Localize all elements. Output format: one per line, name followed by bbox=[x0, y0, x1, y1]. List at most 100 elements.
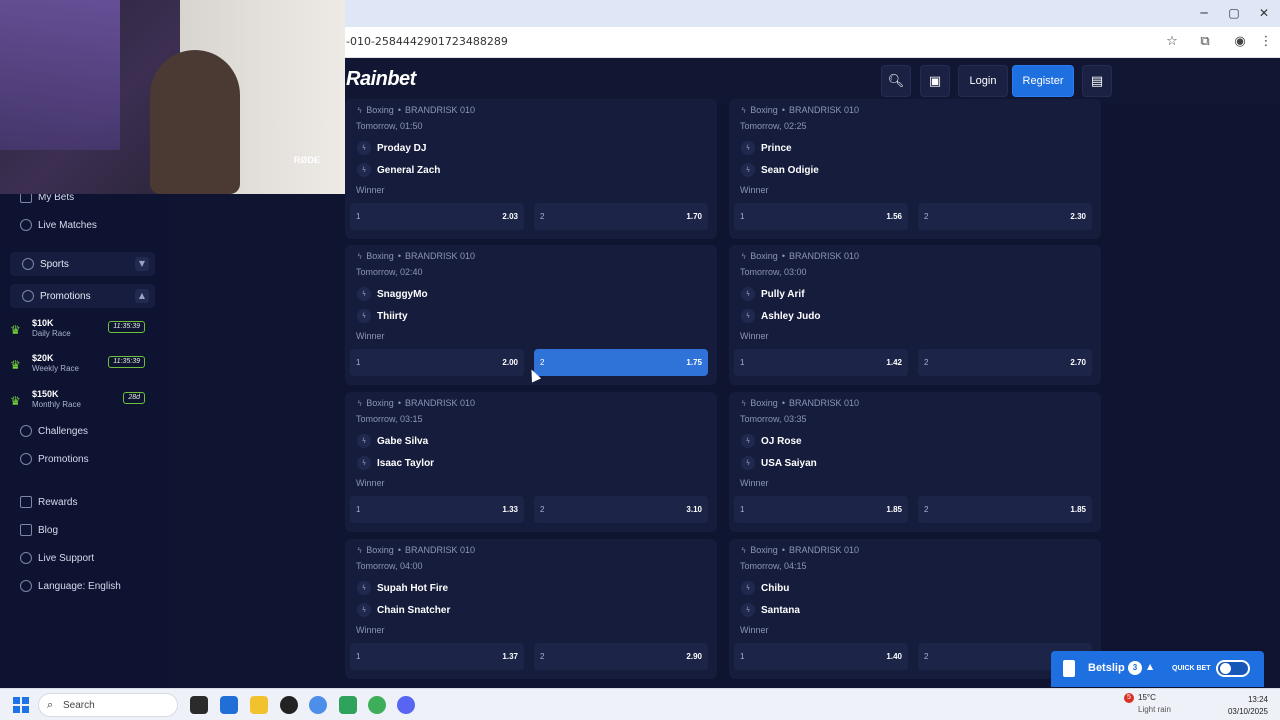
register-button[interactable]: Register bbox=[1012, 65, 1074, 97]
event-card[interactable]: ϟ Boxing • BRANDRISK 010 Tomorrow, 04:00 ϟ Sup… bbox=[345, 539, 717, 679]
sidebar-group-sports[interactable]: Sports ▼ bbox=[10, 252, 155, 276]
odds-button-2[interactable]: 2 1.75 bbox=[534, 349, 708, 376]
team-name: Supah Hot Fire bbox=[377, 582, 449, 594]
chrome-active-icon[interactable] bbox=[368, 696, 386, 714]
team-one[interactable]: ϟ Chibu bbox=[741, 581, 789, 595]
discord-icon[interactable] bbox=[397, 696, 415, 714]
chrome-icon[interactable] bbox=[309, 696, 327, 714]
url-text[interactable]: -010-2584442901723488289 bbox=[346, 35, 508, 48]
team-one[interactable]: ϟ Gabe Silva bbox=[357, 434, 428, 448]
menu-icon[interactable]: ⋮ bbox=[1258, 34, 1274, 50]
store-icon[interactable] bbox=[220, 696, 238, 714]
event-card[interactable]: ϟ Boxing • BRANDRISK 010 Tomorrow, 01:50 ϟ Pro… bbox=[345, 99, 717, 239]
event-card[interactable]: ϟ Boxing • BRANDRISK 010 Tomorrow, 03:15 ϟ Gab… bbox=[345, 392, 717, 532]
search-button[interactable]: 🔍︎ bbox=[881, 65, 911, 97]
odds-button-1[interactable]: 1 1.42 bbox=[734, 349, 908, 376]
odds-button-1[interactable]: 1 1.56 bbox=[734, 203, 908, 230]
team-name: Thiirty bbox=[377, 310, 408, 322]
team-two[interactable]: ϟ USA Saiyan bbox=[741, 456, 817, 470]
team-name: Santana bbox=[761, 604, 800, 616]
team-two[interactable]: ϟ Sean Odigie bbox=[741, 163, 819, 177]
extensions-icon[interactable]: ⧉ bbox=[1197, 34, 1213, 50]
odds-button-2[interactable]: 2 1.85 bbox=[918, 496, 1092, 523]
sidebar-item-challenges[interactable]: Challenges bbox=[20, 421, 88, 441]
sidebar-item-rewards[interactable]: Rewards bbox=[20, 492, 77, 512]
odds-button-1[interactable]: 1 1.40 bbox=[734, 643, 908, 670]
selection-label: 1 bbox=[740, 505, 745, 514]
team-two[interactable]: ϟ Santana bbox=[741, 603, 800, 617]
odds-button-2[interactable]: 2 2.70 bbox=[918, 349, 1092, 376]
taskbar-clock[interactable]: 13:24 03/10/2025 bbox=[1228, 694, 1268, 718]
maximize-button[interactable]: ▢ bbox=[1218, 4, 1250, 22]
odds-button-1[interactable]: 1 1.85 bbox=[734, 496, 908, 523]
sidebar-item-live-matches[interactable]: Live Matches bbox=[20, 215, 97, 235]
odds-button-2[interactable]: 2 1.70 bbox=[534, 203, 708, 230]
lightning-icon: ϟ bbox=[357, 105, 363, 115]
login-button[interactable]: Login bbox=[958, 65, 1008, 97]
team-one[interactable]: ϟ SnaggyMo bbox=[357, 287, 428, 301]
chevron-up-icon[interactable]: ▲ bbox=[135, 289, 149, 303]
selection-label: 2 bbox=[924, 652, 929, 661]
sidebar-group-promotions[interactable]: Promotions ▲ bbox=[10, 284, 155, 308]
event-time: Tomorrow, 01:50 bbox=[356, 121, 423, 131]
event-time: Tomorrow, 02:40 bbox=[356, 267, 423, 277]
file-explorer-icon[interactable] bbox=[250, 696, 268, 714]
sidebar-item-label: Rewards bbox=[38, 496, 78, 508]
chat-button[interactable]: ▤ bbox=[1082, 65, 1112, 97]
site-logo[interactable]: Rainbet bbox=[346, 68, 416, 91]
team-two[interactable]: ϟ Chain Snatcher bbox=[357, 603, 450, 617]
team-one[interactable]: ϟ Pully Arif bbox=[741, 287, 805, 301]
event-card[interactable]: ϟ Boxing • BRANDRISK 010 Tomorrow, 03:35 ϟ OJ … bbox=[729, 392, 1101, 532]
taskview-icon[interactable] bbox=[190, 696, 208, 714]
fighter-icon: ϟ bbox=[741, 141, 755, 155]
race-weekly[interactable]: ♛ $20K Weekly Race 11:35:39 bbox=[10, 353, 145, 381]
betslip-bar[interactable]: Betslip 3 ▲ QUICK BET bbox=[1051, 651, 1264, 687]
start-button[interactable] bbox=[13, 697, 29, 713]
race-daily[interactable]: ♛ $10K Daily Race 11:35:39 bbox=[10, 318, 145, 346]
team-one[interactable]: ϟ OJ Rose bbox=[741, 434, 802, 448]
minimize-button[interactable]: ─ bbox=[1188, 4, 1220, 22]
weather-temp: 15°C bbox=[1138, 693, 1156, 702]
sidebar-item-live-support[interactable]: Live Support bbox=[20, 548, 94, 568]
team-two[interactable]: ϟ General Zach bbox=[357, 163, 440, 177]
taskbar-search[interactable]: ⌕ Search bbox=[38, 693, 178, 717]
team-one[interactable]: ϟ Proday DJ bbox=[357, 141, 426, 155]
event-card[interactable]: ϟ Boxing • BRANDRISK 010 Tomorrow, 03:00 ϟ Pul… bbox=[729, 245, 1101, 385]
event-card[interactable]: ϟ Boxing • BRANDRISK 010 Tomorrow, 02:25 ϟ Pri… bbox=[729, 99, 1101, 239]
market-label: Winner bbox=[356, 478, 385, 488]
app-icon[interactable] bbox=[280, 696, 298, 714]
chevron-down-icon[interactable]: ▼ bbox=[135, 257, 149, 271]
odds-button-2[interactable]: 2 2.30 bbox=[918, 203, 1092, 230]
odds-button-2[interactable]: 2 3.10 bbox=[534, 496, 708, 523]
sidebar-item-promotions[interactable]: Promotions bbox=[20, 449, 89, 469]
weather-condition: Light rain bbox=[1138, 705, 1171, 714]
team-two[interactable]: ϟ Ashley Judo bbox=[741, 309, 820, 323]
team-one[interactable]: ϟ Prince bbox=[741, 141, 792, 155]
team-two[interactable]: ϟ Isaac Taylor bbox=[357, 456, 434, 470]
selection-label: 1 bbox=[356, 358, 361, 367]
sidebar-item-language[interactable]: Language: English bbox=[20, 576, 121, 596]
profile-icon[interactable]: ◉ bbox=[1232, 34, 1248, 50]
odds-button-1[interactable]: 1 1.37 bbox=[350, 643, 524, 670]
event-header: ϟ Boxing • BRANDRISK 010 bbox=[357, 105, 475, 115]
odds-button-1[interactable]: 1 1.33 bbox=[350, 496, 524, 523]
team-two[interactable]: ϟ Thiirty bbox=[357, 309, 408, 323]
chevron-up-icon[interactable]: ▲ bbox=[1147, 662, 1153, 671]
odds-button-1[interactable]: 1 2.00 bbox=[350, 349, 524, 376]
sidebar-item-blog[interactable]: Blog bbox=[20, 520, 58, 540]
bookmark-star-icon[interactable]: ☆ bbox=[1164, 34, 1180, 50]
odds-button-2[interactable]: 2 2.90 bbox=[534, 643, 708, 670]
event-card[interactable]: ϟ Boxing • BRANDRISK 010 Tomorrow, 02:40 ϟ Sna… bbox=[345, 245, 717, 385]
gift-button[interactable]: ▣ bbox=[920, 65, 950, 97]
quick-bet-toggle[interactable] bbox=[1216, 660, 1250, 677]
close-button[interactable]: ✕ bbox=[1248, 4, 1280, 22]
quick-bet-label: QUICK BET bbox=[1172, 665, 1211, 672]
team-one[interactable]: ϟ Supah Hot Fire bbox=[357, 581, 448, 595]
odds-button-1[interactable]: 1 2.03 bbox=[350, 203, 524, 230]
event-card[interactable]: ϟ Boxing • BRANDRISK 010 Tomorrow, 04:15 ϟ Chi… bbox=[729, 539, 1101, 679]
race-amount: $10K bbox=[32, 318, 54, 328]
race-monthly[interactable]: ♛ $150K Monthly Race 28d bbox=[10, 389, 145, 417]
notepad-icon[interactable] bbox=[339, 696, 357, 714]
odds-price: 1.85 bbox=[886, 505, 902, 514]
event-league: BRANDRISK 010 bbox=[788, 105, 859, 115]
